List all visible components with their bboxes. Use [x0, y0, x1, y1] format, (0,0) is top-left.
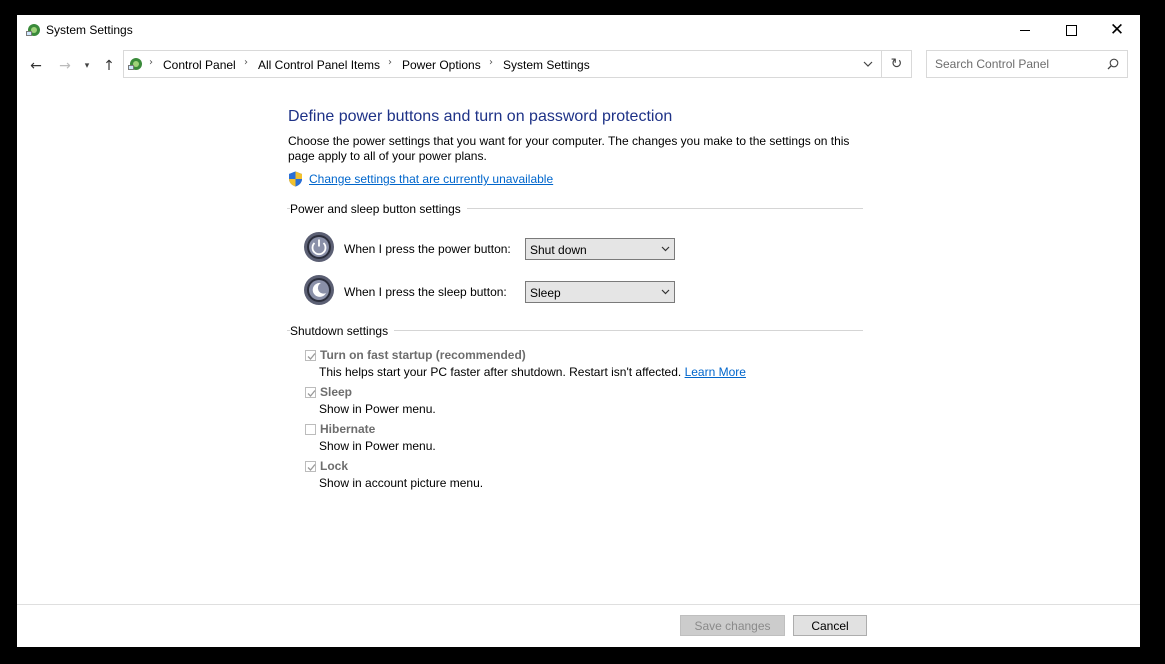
- breadcrumb-power-options[interactable]: Power Options: [402, 58, 481, 72]
- page-title: Define power buttons and turn on passwor…: [288, 108, 673, 125]
- chevron-down-icon: [863, 61, 873, 67]
- fast-startup-checkbox[interactable]: [305, 350, 316, 361]
- arrow-left-icon: ←: [30, 58, 42, 74]
- recent-locations-button[interactable]: ▾: [79, 55, 95, 77]
- sleep-button-label: When I press the sleep button:: [344, 285, 507, 299]
- chevron-right-icon[interactable]: ›: [149, 57, 153, 68]
- checkmark-icon: [307, 353, 316, 360]
- power-sleep-group-title: Power and sleep button settings: [290, 202, 467, 216]
- sleep-button-action-value: Sleep: [530, 286, 561, 300]
- breadcrumb-control-panel[interactable]: Control Panel: [163, 58, 236, 72]
- cancel-button[interactable]: Cancel: [793, 615, 867, 636]
- lock-checkbox[interactable]: [305, 461, 316, 472]
- window-title: System Settings: [46, 23, 133, 37]
- refresh-icon: ↻: [890, 56, 903, 72]
- arrow-right-icon: →: [59, 58, 71, 74]
- lock-option-description: Show in account picture menu.: [319, 476, 484, 490]
- chevron-right-icon[interactable]: ›: [388, 57, 392, 68]
- breadcrumb-all-items[interactable]: All Control Panel Items: [258, 58, 380, 72]
- power-button-icon: [304, 232, 334, 262]
- checkmark-icon: [307, 464, 316, 471]
- close-button[interactable]: ✕: [1094, 15, 1140, 45]
- maximize-icon: [1065, 24, 1077, 36]
- hibernate-option-label: Hibernate: [320, 422, 376, 436]
- address-bar[interactable]: › Control Panel › All Control Panel Item…: [123, 50, 912, 78]
- control-panel-icon: [26, 24, 40, 36]
- fast-startup-description: This helps start your PC faster after sh…: [319, 365, 746, 379]
- back-button[interactable]: ←: [25, 55, 47, 77]
- control-panel-icon: [128, 58, 142, 70]
- up-button[interactable]: ↑: [98, 55, 120, 77]
- fast-startup-label: Turn on fast startup (recommended): [320, 348, 526, 362]
- power-button-action-select[interactable]: Shut down: [525, 238, 675, 260]
- title-bar[interactable]: System Settings ✕: [17, 15, 1140, 45]
- sleep-option-label: Sleep: [320, 385, 353, 399]
- minimize-icon: [1020, 29, 1030, 31]
- search-icon[interactable]: [1107, 58, 1119, 70]
- sleep-option-description: Show in Power menu.: [319, 402, 436, 416]
- hibernate-option-description: Show in Power menu.: [319, 439, 436, 453]
- chevron-right-icon[interactable]: ›: [244, 57, 248, 68]
- change-unavailable-settings-link[interactable]: Change settings that are currently unava…: [309, 172, 553, 186]
- address-history-button[interactable]: [855, 51, 881, 77]
- hibernate-checkbox[interactable]: [305, 424, 316, 435]
- chevron-down-icon: ▾: [84, 61, 90, 71]
- fast-startup-desc-text: This helps start your PC faster after sh…: [319, 365, 682, 379]
- search-input[interactable]: [927, 51, 1105, 77]
- power-button-action-value: Shut down: [530, 243, 587, 257]
- chevron-down-icon: [661, 289, 670, 295]
- refresh-button[interactable]: ↻: [882, 51, 911, 77]
- power-button-label: When I press the power button:: [344, 242, 511, 256]
- system-settings-window: System Settings ✕ ← → ▾ ↑ › Control Pane…: [17, 15, 1140, 647]
- sleep-button-icon: [304, 275, 334, 305]
- page-description: Choose the power settings that you want …: [288, 134, 850, 163]
- chevron-down-icon: [661, 246, 670, 252]
- uac-shield-icon: [289, 171, 302, 187]
- footer-divider: [17, 604, 1140, 605]
- breadcrumb-system-settings[interactable]: System Settings: [503, 58, 590, 72]
- maximize-button[interactable]: [1048, 15, 1094, 45]
- arrow-up-icon: ↑: [103, 58, 115, 74]
- chevron-right-icon[interactable]: ›: [489, 57, 493, 68]
- learn-more-link[interactable]: Learn More: [685, 365, 746, 379]
- minimize-button[interactable]: [1002, 15, 1048, 45]
- close-icon: ✕: [1109, 19, 1125, 40]
- search-box[interactable]: [926, 50, 1128, 78]
- shutdown-group-title: Shutdown settings: [290, 324, 395, 338]
- save-changes-button[interactable]: Save changes: [680, 615, 785, 636]
- checkmark-icon: [307, 390, 316, 397]
- forward-button[interactable]: →: [54, 55, 76, 77]
- sleep-button-action-select[interactable]: Sleep: [525, 281, 675, 303]
- sleep-checkbox[interactable]: [305, 387, 316, 398]
- lock-option-label: Lock: [320, 459, 349, 473]
